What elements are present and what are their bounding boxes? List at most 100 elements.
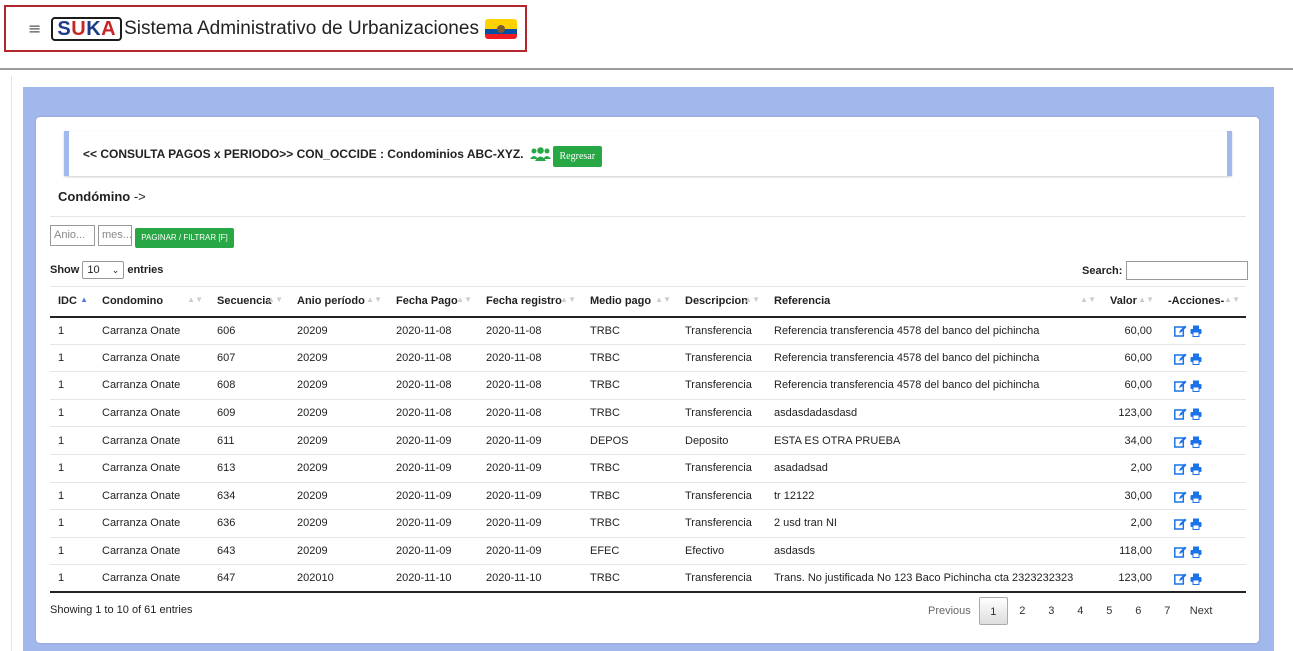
table-row: 1 Carranza Onate 608 20209 2020-11-08 2020-11… bbox=[50, 371, 1246, 400]
edit-icon[interactable] bbox=[1174, 434, 1187, 448]
cell-valor: 34,00 bbox=[1102, 426, 1160, 455]
print-icon[interactable] bbox=[1190, 571, 1202, 586]
cell-condomino: Carranza Onate bbox=[94, 344, 209, 373]
cell-fecha-pago: 2020-11-09 bbox=[388, 537, 478, 566]
search-input[interactable] bbox=[1126, 261, 1249, 280]
page-button-6[interactable]: 6 bbox=[1124, 597, 1153, 625]
cell-valor: 118,00 bbox=[1102, 537, 1160, 566]
cell-fecha-pago: 2020-11-10 bbox=[388, 564, 478, 594]
back-button[interactable]: Regresar bbox=[552, 146, 603, 167]
cell-valor: 2,00 bbox=[1102, 509, 1160, 538]
cell-medio-pago: TRBC bbox=[582, 564, 677, 594]
users-icon bbox=[529, 146, 551, 161]
cell-idc: 1 bbox=[50, 537, 94, 566]
cell-valor: 2,00 bbox=[1102, 454, 1160, 483]
cell-fecha-registro: 2020-11-10 bbox=[478, 564, 582, 594]
cell-condomino: Carranza Onate bbox=[94, 509, 209, 538]
cell-fecha-registro: 2020-11-08 bbox=[478, 399, 582, 428]
cell-fecha-registro: 2020-11-09 bbox=[478, 509, 582, 538]
page-button-5[interactable]: 5 bbox=[1095, 597, 1124, 625]
hamburger-menu-icon[interactable]: ≡ bbox=[28, 19, 41, 38]
page-button-4[interactable]: 4 bbox=[1066, 597, 1095, 625]
print-icon[interactable] bbox=[1190, 434, 1202, 448]
cell-referencia: Trans. No justificada No 123 Baco Pichin… bbox=[766, 564, 1102, 594]
cell-descripcion: Deposito bbox=[677, 426, 766, 455]
paginate-filter-button[interactable]: PAGINAR / FILTRAR [F] bbox=[135, 228, 234, 248]
cell-secuencia: 606 bbox=[209, 316, 289, 345]
mes-input[interactable]: mes... bbox=[98, 225, 132, 246]
cell-referencia: tr 12122 bbox=[766, 482, 1102, 511]
page-button-3[interactable]: 3 bbox=[1037, 597, 1066, 625]
cell-referencia: asadadsad bbox=[766, 454, 1102, 483]
cell-acciones bbox=[1160, 482, 1246, 511]
print-icon[interactable] bbox=[1190, 378, 1202, 393]
cell-secuencia: 611 bbox=[209, 426, 289, 455]
anio-input[interactable]: Anio... bbox=[50, 225, 95, 246]
edit-icon[interactable] bbox=[1174, 324, 1187, 338]
top-navbar: ≡ SUKA Sistema Administrativo de Urbaniz… bbox=[0, 0, 1293, 70]
cell-descripcion: Efectivo bbox=[677, 537, 766, 566]
cell-valor: 123,00 bbox=[1102, 564, 1160, 594]
print-icon[interactable] bbox=[1190, 406, 1202, 420]
page-size-value: 10 bbox=[87, 264, 100, 276]
page-button-7[interactable]: 7 bbox=[1153, 597, 1182, 625]
pagination-next[interactable]: Next bbox=[1182, 597, 1221, 625]
col-fecha-registro[interactable]: Fecha registro ▲▼ bbox=[478, 286, 582, 318]
page-button-2[interactable]: 2 bbox=[1008, 597, 1037, 625]
col-medio-pago[interactable]: Medio pago ▲▼ bbox=[582, 286, 677, 318]
cell-acciones bbox=[1160, 564, 1246, 594]
col-fecha-pago[interactable]: Fecha Pago ▲▼ bbox=[388, 286, 478, 318]
cell-fecha-pago: 2020-11-09 bbox=[388, 426, 478, 455]
cell-anio-periodo: 20209 bbox=[289, 509, 388, 538]
cell-condomino: Carranza Onate bbox=[94, 564, 209, 594]
cell-condomino: Carranza Onate bbox=[94, 537, 209, 566]
pagination-previous[interactable]: Previous bbox=[920, 597, 979, 625]
col-valor[interactable]: Valor ▲▼ bbox=[1102, 286, 1160, 318]
print-icon[interactable] bbox=[1190, 489, 1202, 503]
cell-referencia: ESTA ES OTRA PRUEBA bbox=[766, 426, 1102, 455]
col-acciones: -Acciones- ▲▼ bbox=[1160, 286, 1246, 318]
col-idc[interactable]: IDC ▲ bbox=[50, 286, 94, 318]
cell-referencia: Referencia transferencia 4578 del banco … bbox=[766, 344, 1102, 373]
cell-anio-periodo: 20209 bbox=[289, 316, 388, 345]
col-anio-periodo[interactable]: Anio período ▲▼ bbox=[289, 286, 388, 318]
edit-icon[interactable] bbox=[1174, 351, 1187, 365]
pagination: Previous 1 2 3 4 5 6 7 Next bbox=[920, 597, 1220, 625]
page-size-select[interactable]: 10 ⌄ bbox=[82, 261, 125, 279]
cell-anio-periodo: 20209 bbox=[289, 537, 388, 566]
cell-secuencia: 643 bbox=[209, 537, 289, 566]
query-callout: << CONSULTA PAGOS x PERIODO>> CON_OCCIDE… bbox=[64, 131, 1232, 176]
table-info: Showing 1 to 10 of 61 entries bbox=[50, 604, 193, 616]
edit-icon[interactable] bbox=[1174, 378, 1187, 393]
condominio-arrow: -> bbox=[133, 189, 146, 204]
print-icon[interactable] bbox=[1190, 461, 1202, 476]
col-referencia[interactable]: Referencia ▲▼ bbox=[766, 286, 1102, 318]
cell-fecha-pago: 2020-11-08 bbox=[388, 371, 478, 400]
edit-icon[interactable] bbox=[1174, 516, 1187, 531]
payments-table: IDC ▲ Condomino ▲▼ Secuencia ▲▼ Anio períod… bbox=[50, 286, 1246, 594]
col-condomino[interactable]: Condomino ▲▼ bbox=[94, 286, 209, 318]
cell-medio-pago: TRBC bbox=[582, 316, 677, 345]
print-icon[interactable] bbox=[1190, 516, 1202, 531]
cell-condomino: Carranza Onate bbox=[94, 399, 209, 428]
print-icon[interactable] bbox=[1190, 324, 1202, 338]
col-descripcion[interactable]: Descripcion ▲▼ bbox=[677, 286, 766, 318]
edit-icon[interactable] bbox=[1174, 571, 1187, 585]
table-row: 1 Carranza Onate 634 20209 2020-11-09 2020-11… bbox=[50, 482, 1246, 511]
cell-descripcion: Transferencia bbox=[677, 371, 766, 400]
page-button-1[interactable]: 1 bbox=[978, 597, 1008, 625]
edit-icon[interactable] bbox=[1174, 544, 1187, 558]
cell-medio-pago: EFEC bbox=[582, 537, 677, 566]
edit-icon[interactable] bbox=[1174, 406, 1187, 420]
print-icon[interactable] bbox=[1190, 351, 1202, 365]
cell-secuencia: 613 bbox=[209, 454, 289, 483]
cell-fecha-registro: 2020-11-09 bbox=[478, 426, 582, 455]
cell-idc: 1 bbox=[50, 482, 94, 511]
print-icon[interactable] bbox=[1190, 544, 1202, 558]
edit-icon[interactable] bbox=[1174, 489, 1187, 503]
cell-secuencia: 609 bbox=[209, 399, 289, 428]
edit-icon[interactable] bbox=[1174, 461, 1187, 475]
cell-descripcion: Transferencia bbox=[677, 399, 766, 428]
col-secuencia[interactable]: Secuencia ▲▼ bbox=[209, 286, 289, 318]
cell-fecha-registro: 2020-11-09 bbox=[478, 454, 582, 483]
